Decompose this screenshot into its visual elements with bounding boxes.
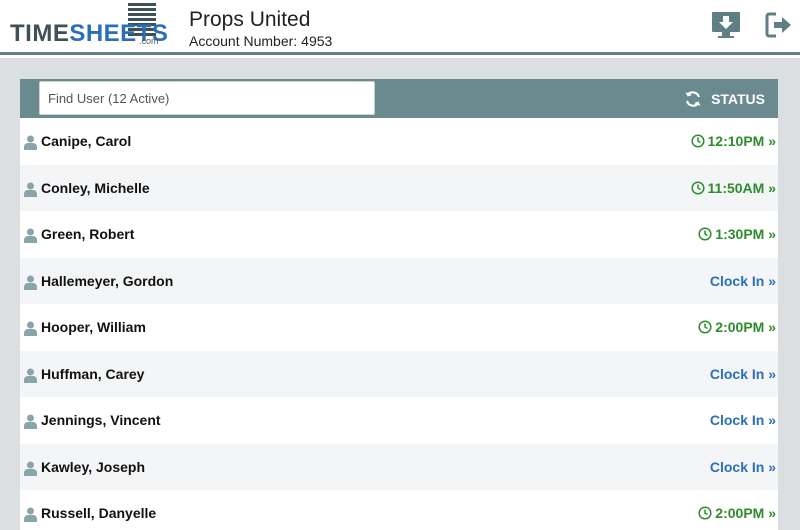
clock-icon	[690, 180, 708, 195]
person-icon	[24, 182, 37, 197]
action-label: Clock In »	[709, 458, 776, 475]
person-icon	[24, 135, 37, 150]
person-icon	[24, 368, 37, 383]
account-label: Account Number:	[189, 33, 298, 49]
user-row[interactable]: Russell, Danyelle 2:00PM »	[20, 490, 778, 530]
clock-in-link[interactable]: Clock In »	[710, 273, 776, 289]
company-name: Props United	[189, 8, 311, 31]
user-name: Canipe, Carol	[41, 133, 132, 149]
user-toolbar: STATUS	[20, 79, 778, 118]
action-label: Clock In »	[709, 412, 776, 428]
person-icon	[24, 461, 37, 476]
clock-icon	[698, 320, 715, 334]
clock-in-link[interactable]: Clock In »	[710, 366, 776, 382]
person-icon	[24, 414, 37, 429]
user-name: Huffman, Carey	[41, 365, 145, 382]
user-name: Green, Robert	[41, 226, 135, 242]
user-row[interactable]: Hallemeyer, Gordon Clock In »	[20, 257, 778, 304]
action-label: 12:10PM »	[707, 133, 776, 149]
person-icon	[24, 321, 37, 336]
clock-in-link[interactable]: Clock In »	[710, 412, 776, 428]
logout-button[interactable]	[764, 10, 796, 40]
user-row[interactable]: Green, Robert 1:30PM »	[20, 211, 778, 258]
account-number: 4953	[301, 33, 333, 49]
clocked-in-time-link[interactable]: 1:30PM »	[698, 226, 776, 242]
clock-icon	[690, 134, 708, 148]
action-label: 11:50AM »	[707, 179, 776, 196]
user-name: Hallemeyer, Gordon	[41, 272, 174, 289]
clocked-in-time-link[interactable]: 2:00PM »	[698, 505, 776, 521]
action-label: 2:00PM »	[715, 505, 776, 521]
user-name: Jennings, Vincent	[41, 412, 161, 428]
refresh-icon	[685, 91, 701, 107]
clock-in-link[interactable]: Clock In »	[710, 459, 776, 475]
status-label: STATUS	[711, 91, 765, 107]
user-name: Conley, Michelle	[41, 179, 150, 196]
action-label: Clock In »	[709, 365, 776, 382]
user-row[interactable]: Kawley, Joseph Clock In »	[20, 443, 778, 490]
person-icon	[24, 275, 37, 290]
app-header: TIMESHEETS .com Props United Account Num…	[0, 0, 800, 55]
clock-icon	[698, 227, 715, 241]
person-icon	[24, 228, 37, 243]
logout-icon	[765, 12, 791, 38]
logo-suffix: .com	[139, 36, 159, 46]
user-name: Kawley, Joseph	[41, 458, 146, 475]
clocked-in-time-link[interactable]: 12:10PM »	[690, 133, 776, 149]
person-icon	[24, 507, 37, 522]
user-name: Russell, Danyelle	[41, 505, 157, 521]
user-row[interactable]: Conley, Michelle 11:50AM »	[20, 164, 778, 211]
timesheets-logo[interactable]: TIMESHEETS .com	[10, 3, 168, 47]
find-user-input[interactable]	[39, 81, 375, 115]
user-row[interactable]: Jennings, Vincent Clock In »	[20, 397, 778, 444]
action-label: 1:30PM »	[715, 226, 776, 242]
clock-icon	[698, 506, 715, 520]
account-info: Account Number: 4953	[189, 33, 332, 49]
action-label: 2:00PM »	[715, 319, 776, 335]
user-row[interactable]: Canipe, Carol 12:10PM »	[20, 118, 778, 165]
clocked-in-time-link[interactable]: 2:00PM »	[698, 319, 776, 335]
user-name: Hooper, William	[41, 319, 146, 335]
action-label: Clock In »	[709, 272, 776, 289]
user-list: Canipe, Carol 12:10PM » Conley, Michelle 11…	[20, 118, 778, 530]
user-panel: STATUS Canipe, Carol 12:10PM » Conley, Mic…	[20, 79, 778, 530]
monitor-download-icon	[712, 12, 740, 38]
user-row[interactable]: Huffman, Carey Clock In »	[20, 350, 778, 397]
clocked-in-time-link[interactable]: 11:50AM »	[690, 179, 776, 196]
status-button[interactable]: STATUS	[684, 87, 765, 111]
download-button[interactable]	[710, 10, 742, 40]
user-row[interactable]: Hooper, William 2:00PM »	[20, 304, 778, 351]
